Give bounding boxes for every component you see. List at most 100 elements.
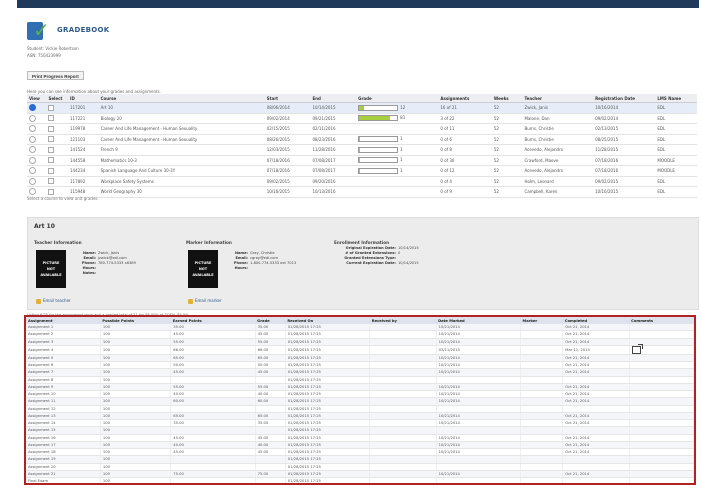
assignment-earned: 40.00 <box>173 392 184 397</box>
assignment-row: Assignment 17 100 40.00 40.00 01/28/2015 17:… <box>26 441 694 450</box>
course-id: 144234 <box>70 168 86 174</box>
course-end: 09/21/2015 <box>312 115 336 121</box>
course-row[interactable]: 144558 Mathematics 10-3 07/18/2016 07/08/20… <box>27 155 697 166</box>
view-course-radio[interactable] <box>29 135 36 143</box>
course-assignments: 0 of 30 <box>440 157 455 163</box>
view-course-radio[interactable] <box>29 104 36 112</box>
course-row[interactable]: 117201 Art 10 08/06/2014 10/14/2015 12 16 of … <box>27 102 697 114</box>
assignment-marked: 10/21/2014 <box>438 392 460 397</box>
course-lms: MOODLE <box>657 168 675 174</box>
course-start: 07/18/2016 <box>266 157 290 163</box>
view-course-radio[interactable] <box>29 188 36 196</box>
course-row[interactable]: 121103 Career And Life Management - Human… <box>27 134 697 145</box>
marker-details: Name: Gray, Christie Email: cgray@edl.com Ph… <box>224 251 296 271</box>
student-name: Student: Vickie Robertson <box>27 46 79 51</box>
assignment-completed: Oct 21, 2014 <box>565 435 590 440</box>
course-row[interactable]: 144234 Spanish Language And Culture 30-3Y… <box>27 165 697 177</box>
course-course: World Geography 30 <box>100 189 142 195</box>
course-row[interactable]: 117221 Biology 20 09/02/2014 09/21/2015 81 3 … <box>27 113 697 124</box>
assignment-name: Assignment 7 <box>28 370 54 375</box>
course-row[interactable]: 115948 World Geography 30 10/16/2015 10/13/… <box>27 186 697 198</box>
assignment-possible: 100 <box>102 450 110 455</box>
select-course-checkbox[interactable] <box>48 167 55 174</box>
assignment-grade: 75.00 <box>257 471 269 476</box>
teacher-picture-placeholder: PICTURE NOT AVAILABLE <box>36 250 66 288</box>
top-banner <box>17 0 699 8</box>
select-course-checkbox[interactable] <box>48 188 55 195</box>
view-course-radio[interactable] <box>29 177 36 185</box>
course-weeks: 52 <box>493 105 499 111</box>
assignment-name: Assignment 9 <box>28 384 54 389</box>
assignment-row: Assignment 10 100 40.00 40.00 01/28/2015 17:… <box>26 390 694 399</box>
assignment-earned: 66.00 <box>173 347 184 352</box>
assignment-marked: 10/21/2014 <box>438 413 460 418</box>
marker-picture-placeholder: PICTURE NOT AVAILABLE <box>188 250 218 288</box>
select-course-checkbox[interactable] <box>48 125 55 132</box>
assignment-completed: Oct 21, 2014 <box>565 450 590 455</box>
enrollment-info-heading: Enrollment Information <box>334 240 390 245</box>
view-course-radio[interactable] <box>29 146 36 154</box>
select-course-checkbox[interactable] <box>48 104 55 111</box>
assignment-row: Assignment 6 100 50.00 50.00 01/28/2015 17:2… <box>26 361 694 370</box>
assignment-possible: 100 <box>102 442 110 447</box>
courses-col-header: Course <box>98 94 265 103</box>
assignment-name: Assignment 1 <box>28 325 54 330</box>
assignment-received: 01/28/2015 17:25 <box>287 421 321 426</box>
course-reg: 10/16/2015 <box>595 189 619 195</box>
course-start: 02/15/2015 <box>266 126 290 132</box>
course-row[interactable]: 141524 French 9 12/03/2015 11/28/2016 1 0 of … <box>27 144 697 156</box>
view-course-radio[interactable] <box>29 125 36 133</box>
grade-progress-bar <box>358 146 399 153</box>
course-end: 08/23/2016 <box>312 136 336 142</box>
assignment-earned: 45.00 <box>173 450 184 455</box>
grade-progress-bar <box>358 136 399 143</box>
assignment-possible: 100 <box>102 406 110 411</box>
open-comment-icon[interactable] <box>631 343 643 354</box>
assignment-marked: 03/11/2015 <box>438 347 460 352</box>
course-row[interactable]: 117892 Workplace Safety Systems 09/02/2015… <box>27 176 697 187</box>
email-teacher-link[interactable]: Email teacher <box>36 298 71 304</box>
assignment-completed: Oct 21, 2014 <box>565 392 590 397</box>
assignment-earned: 75.00 <box>173 471 184 476</box>
select-course-checkbox[interactable] <box>48 178 55 185</box>
assignment-possible: 100 <box>102 413 110 418</box>
course-teacher: Malone, Dan <box>524 115 550 121</box>
course-weeks: 52 <box>493 115 499 121</box>
assignment-possible: 100 <box>102 421 110 426</box>
email-marker-link[interactable]: Email marker <box>188 298 222 304</box>
assignment-row: Assignment 1 100 35.00 35.00 01/28/2015 17:2… <box>26 324 694 332</box>
select-course-checkbox[interactable] <box>48 136 55 143</box>
assignment-received: 01/28/2015 17:25 <box>287 384 321 389</box>
course-id: 117221 <box>70 115 86 121</box>
select-course-checkbox[interactable] <box>48 157 55 164</box>
view-course-radio[interactable] <box>29 156 36 164</box>
grade-value: 1 <box>400 146 403 152</box>
assignment-marked: 10/21/2014 <box>438 370 460 375</box>
assignments-col-header: Assignment <box>26 317 101 324</box>
course-id: 119978 <box>70 126 86 132</box>
course-assignments: 0 of 9 <box>440 189 452 195</box>
assignment-row: Assignment 9 100 55.00 55.00 01/28/2015 17:2… <box>26 383 694 392</box>
assignment-received: 01/28/2015 17:25 <box>287 479 321 484</box>
course-assignments: 0 of 6 <box>440 136 452 142</box>
assignment-name: Assignment 19 <box>28 457 56 462</box>
course-row[interactable]: 119978 Career And Life Management - Human… <box>27 123 697 135</box>
course-reg: 09/02/2014 <box>595 115 619 121</box>
assignment-received: 01/28/2015 17:25 <box>287 406 321 411</box>
grade-progress-bar <box>358 167 399 174</box>
course-start: 09/02/2014 <box>266 115 290 121</box>
grade-value: 12 <box>400 104 406 110</box>
assignment-possible: 100 <box>102 428 110 433</box>
select-course-checkbox[interactable] <box>48 115 55 122</box>
view-course-radio[interactable] <box>29 114 36 122</box>
assignment-possible: 100 <box>102 363 110 368</box>
assignment-grade: 65.00 <box>257 413 269 418</box>
view-course-radio[interactable] <box>29 167 36 175</box>
assignment-name: Assignment 15 <box>28 428 56 433</box>
course-lms: EDL <box>657 147 666 153</box>
select-course-checkbox[interactable] <box>48 146 55 153</box>
assignment-grade: 66.00 <box>257 347 269 352</box>
assignment-grade: 55.00 <box>257 339 269 344</box>
print-progress-report-button[interactable]: Print Progress Report <box>27 71 84 80</box>
course-end: 09/20/2016 <box>312 178 336 184</box>
